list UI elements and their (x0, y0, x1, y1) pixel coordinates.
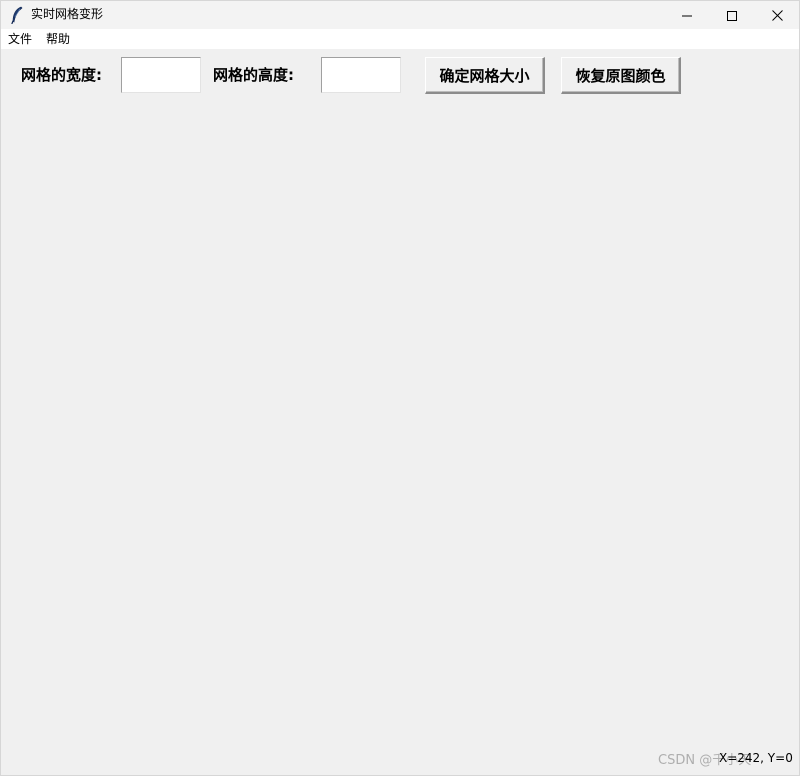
grid-width-input[interactable] (121, 57, 201, 93)
app-window: 实时网格变形 文件 帮助 网格的宽度: 网格的高度: 确定网格大小 恢复原图颜色… (0, 0, 800, 776)
close-button[interactable] (754, 1, 800, 29)
menu-help[interactable]: 帮助 (46, 32, 70, 46)
grid-height-input[interactable] (321, 57, 401, 93)
coordinate-readout: X=242, Y=0 (719, 751, 793, 765)
confirm-grid-size-button[interactable]: 确定网格大小 (425, 57, 545, 94)
grid-height-label: 网格的高度: (213, 66, 294, 84)
menu-file[interactable]: 文件 (8, 32, 32, 46)
minimize-icon (682, 6, 692, 25)
restore-original-color-button[interactable]: 恢复原图颜色 (561, 57, 681, 94)
title-bar[interactable]: 实时网格变形 (1, 1, 799, 29)
window-title: 实时网格变形 (31, 7, 104, 21)
close-icon (771, 6, 783, 25)
feather-icon (10, 6, 24, 25)
grid-width-label: 网格的宽度: (21, 66, 102, 84)
grid-canvas[interactable] (1, 101, 799, 741)
maximize-icon (727, 6, 737, 25)
minimize-button[interactable] (664, 1, 710, 29)
menu-bar: 文件 帮助 (1, 29, 799, 49)
maximize-button[interactable] (709, 1, 755, 29)
